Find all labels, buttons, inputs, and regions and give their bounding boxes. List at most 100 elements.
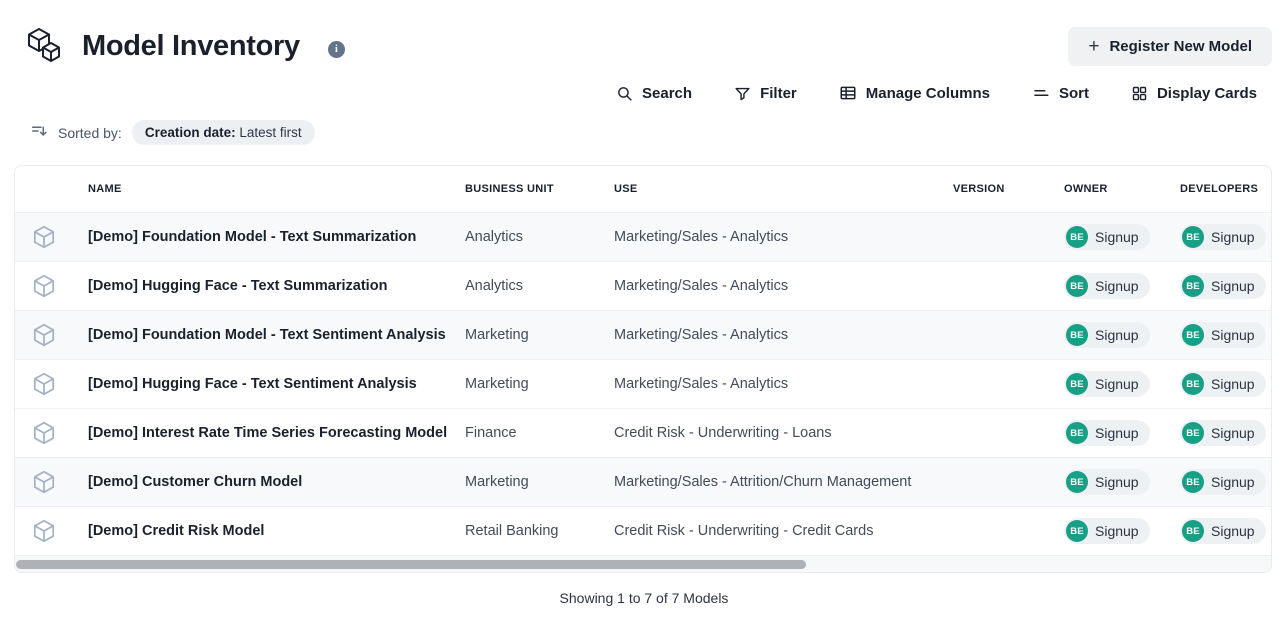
model-name-cell[interactable]: [Demo] Credit Risk Model [88, 523, 465, 539]
register-new-model-button[interactable]: + Register New Model [1068, 27, 1272, 66]
developers-cell: BE Signup [1180, 420, 1271, 446]
table-header-row: NAME BUSINESS UNIT USE VERSION OWNER DEV… [15, 166, 1271, 212]
column-header-use: USE [614, 183, 953, 195]
table-toolbar: Search Filter Manage Columns Sort [0, 66, 1288, 102]
pagination-status: Showing 1 to 7 of 7 Models [560, 590, 729, 606]
table-row[interactable]: [Demo] Foundation Model - Text Summariza… [15, 212, 1271, 261]
table-row[interactable]: [Demo] Hugging Face - Text Sentiment Ana… [15, 359, 1271, 408]
info-icon[interactable]: i [328, 41, 345, 58]
use-cell: Credit Risk - Underwriting - Loans [614, 425, 953, 441]
developer-badge[interactable]: BESignup [1180, 371, 1266, 397]
developer-name: Signup [1211, 376, 1255, 392]
model-cube-icon [15, 518, 88, 544]
developer-avatar: BE [1182, 520, 1204, 542]
model-cube-icon [15, 224, 88, 250]
table-row[interactable]: [Demo] Customer Churn ModelMarketingMark… [15, 457, 1271, 506]
business-unit-cell: Analytics [465, 229, 614, 245]
owner-name: Signup [1095, 229, 1139, 245]
developer-badge[interactable]: BE Signup [1180, 224, 1266, 250]
use-cell: Marketing/Sales - Analytics [614, 376, 953, 392]
developers-cell: BE Signup [1180, 469, 1271, 495]
table-row[interactable]: [Demo] Foundation Model - Text Sentiment… [15, 310, 1271, 359]
sort-label: Sort [1059, 85, 1089, 102]
sort-button[interactable]: Sort [1032, 84, 1089, 102]
manage-columns-button[interactable]: Manage Columns [839, 84, 990, 102]
owner-badge[interactable]: BE Signup [1064, 420, 1150, 446]
filter-icon [734, 85, 751, 102]
display-cards-icon [1131, 85, 1148, 102]
developer-avatar: BE [1182, 226, 1204, 248]
owner-avatar: BE [1066, 373, 1088, 395]
owner-name: Signup [1095, 425, 1139, 441]
column-header-developers: DEVELOPERS [1180, 183, 1271, 195]
business-unit-cell: Finance [465, 425, 614, 441]
use-cell: Marketing/Sales - Analytics [614, 229, 953, 245]
display-cards-button[interactable]: Display Cards [1131, 85, 1257, 102]
model-cube-icon [15, 273, 88, 299]
register-button-label: Register New Model [1109, 38, 1252, 55]
filter-label: Filter [760, 85, 797, 102]
business-unit-cell: Retail Banking [465, 523, 614, 539]
filter-button[interactable]: Filter [734, 85, 797, 102]
developer-name: Signup [1211, 229, 1255, 245]
developer-avatar: BE [1182, 275, 1204, 297]
column-header-business-unit: BUSINESS UNIT [465, 183, 614, 195]
owner-cell: BESignup [1064, 273, 1180, 299]
owner-cell: BE Signup [1064, 420, 1180, 446]
developers-cell: BESignup [1180, 518, 1271, 544]
developer-avatar: BE [1182, 422, 1204, 444]
developer-name: Signup [1211, 425, 1255, 441]
sort-icon [1032, 84, 1050, 102]
sorted-by-label: Sorted by: [58, 125, 122, 141]
developers-cell: BESignup [1180, 273, 1271, 299]
model-name-cell[interactable]: [Demo] Hugging Face - Text Sentiment Ana… [88, 376, 465, 392]
developer-badge[interactable]: BESignup [1180, 518, 1266, 544]
horizontal-scrollbar-thumb[interactable] [16, 560, 806, 569]
owner-badge[interactable]: BESignup [1064, 273, 1150, 299]
use-cell: Marketing/Sales - Analytics [614, 327, 953, 343]
owner-cell: BESignup [1064, 224, 1180, 250]
owner-avatar: BE [1066, 275, 1088, 297]
model-cube-icon [15, 322, 88, 348]
table-row[interactable]: [Demo] Credit Risk ModelRetail BankingCr… [15, 506, 1271, 555]
developers-cell: BESignup [1180, 371, 1271, 397]
business-unit-cell: Analytics [465, 278, 614, 294]
developers-cell: BE Signup [1180, 224, 1271, 250]
business-unit-cell: Marketing [465, 327, 614, 343]
search-button[interactable]: Search [616, 85, 692, 102]
developer-badge[interactable]: BESignup [1180, 273, 1266, 299]
owner-badge[interactable]: BE Signup [1064, 371, 1150, 397]
developer-name: Signup [1211, 474, 1255, 490]
page-title: Model Inventory [82, 30, 300, 63]
use-cell: Credit Risk - Underwriting - Credit Card… [614, 523, 953, 539]
page-header: Model Inventory i + Register New Model [0, 0, 1288, 66]
model-name-cell[interactable]: [Demo] Foundation Model - Text Sentiment… [88, 327, 465, 343]
model-name-cell[interactable]: [Demo] Foundation Model - Text Summariza… [88, 229, 465, 245]
use-cell: Marketing/Sales - Analytics [614, 278, 953, 294]
brand: Model Inventory i [24, 26, 345, 66]
developer-badge[interactable]: BE Signup [1180, 469, 1266, 495]
owner-name: Signup [1095, 376, 1139, 392]
sort-field: Creation date: [145, 125, 236, 140]
developer-avatar: BE [1182, 471, 1204, 493]
table-row[interactable]: [Demo] Interest Rate Time Series Forecas… [15, 408, 1271, 457]
developer-badge[interactable]: BESignup [1180, 322, 1266, 348]
table-row[interactable]: [Demo] Hugging Face - Text Summarization… [15, 261, 1271, 310]
owner-badge[interactable]: BESignup [1064, 469, 1150, 495]
model-name-cell[interactable]: [Demo] Interest Rate Time Series Forecas… [88, 425, 465, 441]
plus-icon: + [1088, 37, 1099, 56]
model-name-cell[interactable]: [Demo] Customer Churn Model [88, 474, 465, 490]
owner-badge[interactable]: BESignup [1064, 224, 1150, 250]
owner-avatar: BE [1066, 520, 1088, 542]
sorted-by-label-wrap: Sorted by: [30, 122, 122, 143]
sorted-by-row: Sorted by: Creation date: Latest first [0, 102, 1288, 145]
developer-badge[interactable]: BE Signup [1180, 420, 1266, 446]
owner-cell: BESignup [1064, 322, 1180, 348]
model-cube-icon [15, 420, 88, 446]
owner-badge[interactable]: BESignup [1064, 322, 1150, 348]
owner-badge[interactable]: BESignup [1064, 518, 1150, 544]
owner-avatar: BE [1066, 422, 1088, 444]
model-name-cell[interactable]: [Demo] Hugging Face - Text Summarization [88, 278, 465, 294]
horizontal-scrollbar-track[interactable] [15, 555, 1271, 572]
sort-criteria-chip[interactable]: Creation date: Latest first [132, 120, 315, 145]
